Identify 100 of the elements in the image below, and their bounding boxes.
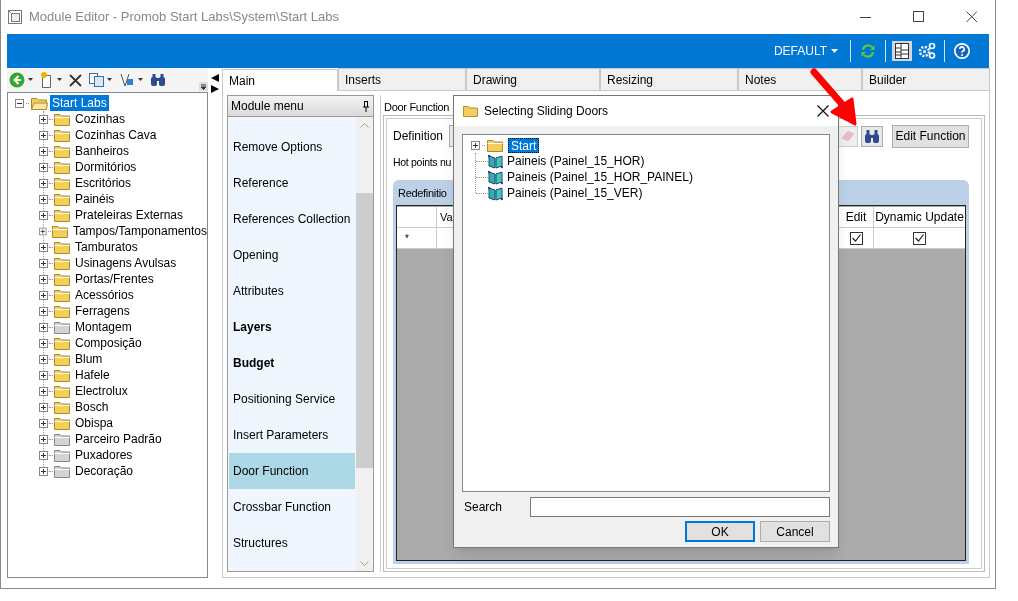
expand-icon[interactable] [39,242,48,252]
tree-item[interactable]: Usinagens Avulsas [72,254,177,272]
menu-item[interactable]: Layers [229,309,355,345]
search-field[interactable] [530,497,830,517]
caret-icon[interactable] [138,78,143,82]
find-button[interactable] [861,125,883,147]
expand-icon[interactable] [39,306,48,316]
expand-icon[interactable] [39,418,48,428]
checkbox[interactable] [913,231,926,245]
checkbox[interactable] [849,231,863,245]
expand-icon[interactable] [39,226,47,236]
tree-item[interactable]: Start Labs [50,95,109,111]
menu-item[interactable]: Reference [229,165,355,201]
tree-item[interactable]: Montagem [72,318,132,336]
pin-icon[interactable] [362,100,370,112]
overflow-icon[interactable] [199,82,208,91]
profile-dropdown[interactable]: DEFAULT [773,42,838,60]
expand-icon[interactable] [39,370,48,380]
expand-icon[interactable] [39,210,48,220]
tab[interactable]: Inserts [338,68,466,90]
menu-item[interactable]: References Collection [229,201,355,237]
copy-icon[interactable] [89,73,104,87]
tree-item[interactable]: Prateleiras Externas [72,206,184,224]
edit-function-button[interactable]: Edit Function [892,124,969,148]
expand-icon[interactable] [39,258,48,268]
erase-button[interactable] [837,125,858,147]
expand-icon[interactable] [39,434,48,444]
delete-icon[interactable] [69,73,82,87]
cancel-button[interactable]: Cancel [760,521,830,542]
maximize-icon[interactable] [913,11,925,23]
tree-item[interactable]: Ferragens [72,302,130,320]
tree-item[interactable]: Tampos/Tamponamentos [69,222,207,240]
caret-icon[interactable] [57,78,62,82]
menu-item[interactable]: Insert Parameters [229,417,355,453]
collapse-icon[interactable] [15,98,24,108]
tab[interactable]: Resizing [600,68,738,90]
tab[interactable]: Main [222,69,338,91]
search-icon[interactable] [150,73,166,87]
binoculars-icon [864,129,880,143]
tree-item[interactable]: Escritórios [72,174,131,192]
menu-item[interactable]: Positioning Service [229,381,355,417]
expand-icon[interactable] [39,402,48,412]
tree-item[interactable]: Portas/Frentes [72,270,154,288]
expand-icon[interactable] [39,386,48,396]
tree-item[interactable]: Decoração [72,462,134,480]
expand-icon[interactable] [39,146,48,156]
tree-item[interactable]: Paineis (Painel_15_HOR) [503,152,645,170]
caret-icon[interactable] [107,78,112,82]
menu-item[interactable]: Door Function [229,453,355,489]
layout-icon[interactable] [892,41,912,61]
tree-item[interactable]: Painéis [72,190,115,208]
tree-item[interactable]: Hafele [72,366,110,384]
tree-item[interactable]: Bosch [72,398,109,416]
tree-item[interactable]: Composição [72,334,142,352]
tree-item[interactable]: Paineis (Painel_15_HOR_PAINEL) [503,168,693,186]
menu-item[interactable]: Remove Options [229,129,355,165]
menu-item[interactable]: Attributes [229,273,355,309]
caret-icon[interactable] [28,78,33,82]
tree-item[interactable]: Banheiros [72,142,130,160]
tab[interactable]: Notes [738,68,862,90]
new-item-icon[interactable] [40,72,54,88]
expand-icon[interactable] [39,450,48,460]
tree-item[interactable]: Cozinhas [72,110,126,128]
expand-icon[interactable] [39,290,48,300]
expand-icon[interactable] [39,194,48,204]
menu-item[interactable]: Crossbar Function [229,489,355,525]
menu-item[interactable]: Opening [229,237,355,273]
tree-item[interactable]: Electrolux [72,382,128,400]
expand-icon[interactable] [39,322,48,332]
tree-item[interactable]: Acessórios [72,286,134,304]
menu-item[interactable]: Budget [229,345,355,381]
tree-item[interactable]: Dormitórios [72,158,137,176]
panel-title: Module menu [231,98,304,115]
expand-icon[interactable] [39,338,48,348]
tree-item[interactable]: Obispa [72,414,114,432]
tree-item[interactable]: Paineis (Painel_15_VER) [503,184,643,202]
scrollbar[interactable] [356,117,373,571]
tree-item[interactable]: Cozinhas Cava [72,126,157,144]
scroll-thumb[interactable] [356,193,373,468]
collapse-icon[interactable] [211,74,219,94]
expand-icon[interactable] [39,354,48,364]
expand-icon[interactable] [39,114,48,124]
expand-icon[interactable] [39,162,48,172]
tab[interactable]: Drawing [466,68,600,90]
tree-item[interactable]: Start [508,137,540,153]
expand-icon[interactable] [39,466,48,476]
close-icon[interactable] [966,11,978,23]
tree-item[interactable]: Parceiro Padrão [72,430,162,448]
ok-button[interactable]: OK [685,521,755,542]
tab[interactable]: Builder [862,68,990,90]
tree-item[interactable]: Puxadores [72,446,133,464]
help-icon[interactable] [953,42,971,60]
tree-item[interactable]: Tamburatos [72,238,138,256]
expand-icon[interactable] [39,274,48,284]
close-icon[interactable] [817,105,829,117]
menu-item[interactable]: Structures [229,525,355,561]
expand-icon[interactable] [39,178,48,188]
expand-icon[interactable] [39,130,48,140]
tree-item[interactable]: Blum [72,350,103,368]
expand-icon[interactable] [471,140,480,150]
